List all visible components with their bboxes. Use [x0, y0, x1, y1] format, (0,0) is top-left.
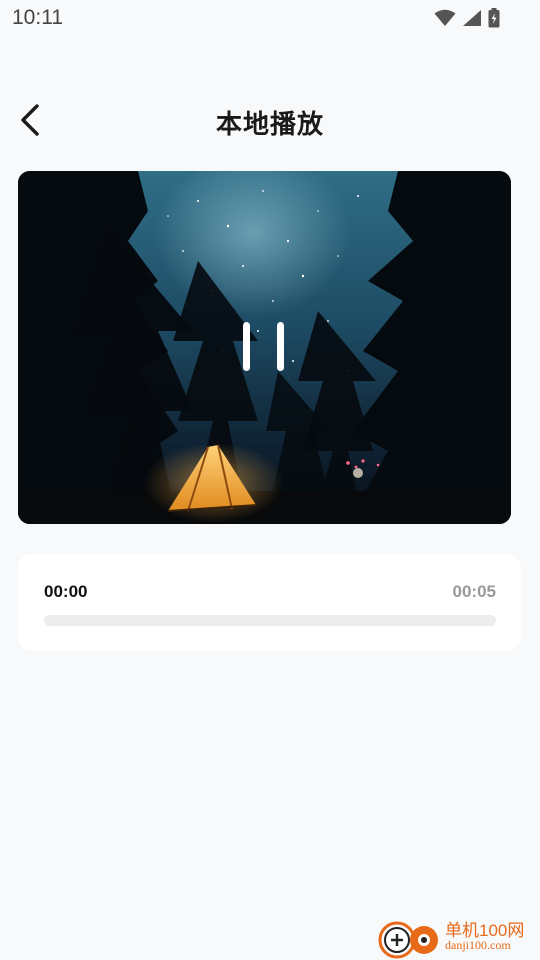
cell-signal-icon	[462, 9, 482, 32]
page-title: 本地播放	[215, 109, 324, 139]
wifi-icon	[434, 9, 456, 32]
status-bar: 10:11	[0, 0, 540, 38]
current-time: 00:00	[44, 582, 88, 601]
playback-progress-card: 00:00 00:05	[18, 554, 521, 651]
total-duration: 00:05	[452, 582, 496, 601]
status-icons	[434, 8, 500, 33]
watermark-logo-icon	[378, 921, 438, 959]
status-time: 10:11	[12, 6, 63, 29]
watermark-domain: danji100.com	[445, 938, 511, 952]
video-player[interactable]	[18, 171, 511, 524]
progress-bar[interactable]	[44, 615, 496, 626]
pause-button[interactable]	[236, 313, 296, 383]
watermark: 单机100网 danji100.com	[378, 912, 540, 960]
header: 本地播放	[0, 96, 540, 152]
battery-charging-icon	[488, 8, 500, 33]
